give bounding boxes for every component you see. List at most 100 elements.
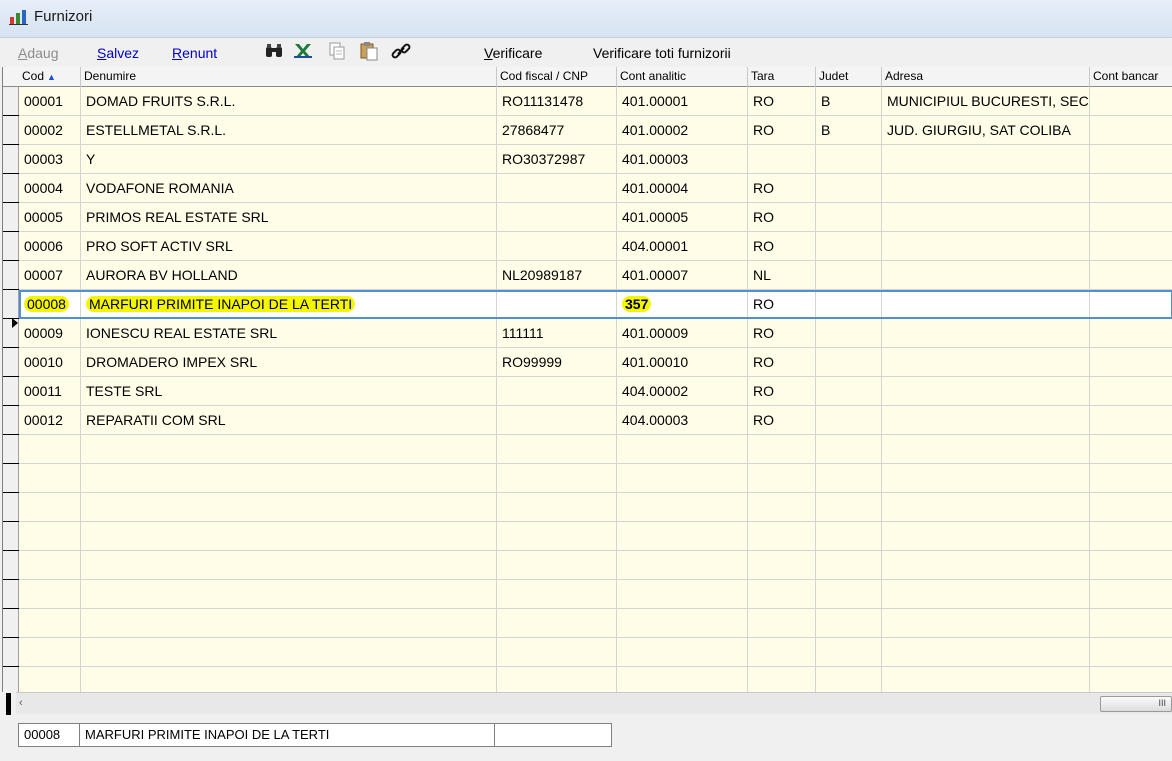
cell-denumire[interactable] [81,580,497,609]
table-row[interactable]: 00012 REPARATII COM SRL 404.00003 RO [19,406,1172,435]
cell-judet[interactable]: B [816,87,882,116]
cell-denumire[interactable]: DOMAD FRUITS S.R.L. [81,87,497,116]
cell-cont-analitic[interactable] [617,435,748,464]
cell-tara[interactable]: RO [748,232,816,261]
cell-cod[interactable]: 00002 [19,116,81,145]
cell-judet[interactable] [816,435,882,464]
cell-cont-analitic[interactable]: 401.00004 [617,174,748,203]
cell-tara[interactable] [748,580,816,609]
cell-cod[interactable]: 00009 [19,319,81,348]
cell-adresa[interactable] [882,232,1090,261]
cell-tara[interactable] [748,464,816,493]
column-header-denumire[interactable]: Denumire [81,67,497,87]
cell-tara[interactable]: RO [748,87,816,116]
cell-cod[interactable]: 00004 [19,174,81,203]
table-row[interactable] [19,667,1172,692]
cell-denumire[interactable] [81,435,497,464]
cell-cod[interactable] [19,638,81,667]
cell-cont-bancar[interactable] [1090,464,1172,493]
cell-cont-analitic[interactable] [617,551,748,580]
cell-judet[interactable] [816,145,882,174]
cell-cod-fiscal[interactable] [497,551,617,580]
cell-cod-fiscal[interactable]: 111111 [497,319,617,348]
cell-tara[interactable] [748,493,816,522]
cell-cont-analitic[interactable] [617,522,748,551]
table-row[interactable]: 00010 DROMADERO IMPEX SRL RO99999 401.00010… [19,348,1172,377]
cell-cont-analitic[interactable]: 401.00003 [617,145,748,174]
copy-icon[interactable] [326,41,348,61]
cell-tara[interactable] [748,638,816,667]
table-row[interactable] [19,464,1172,493]
table-row[interactable]: 00002 ESTELLMETAL S.R.L. 27868477 401.00002… [19,116,1172,145]
cell-denumire[interactable]: ESTELLMETAL S.R.L. [81,116,497,145]
table-row[interactable] [19,551,1172,580]
table-row[interactable] [19,522,1172,551]
scroll-thumb[interactable]: III [1100,696,1172,712]
cell-cod-fiscal[interactable]: RO11131478 [497,87,617,116]
cell-adresa[interactable] [882,377,1090,406]
cell-adresa[interactable] [882,551,1090,580]
cell-denumire[interactable] [81,638,497,667]
cell-cod[interactable]: 00005 [19,203,81,232]
cell-denumire[interactable] [81,609,497,638]
cell-cont-analitic[interactable]: 401.00001 [617,87,748,116]
cell-cont-bancar[interactable] [1090,145,1172,174]
cell-adresa[interactable] [882,292,1090,317]
cell-tara[interactable] [748,145,816,174]
cell-adresa[interactable] [882,638,1090,667]
cell-cont-bancar[interactable] [1090,580,1172,609]
cell-cont-analitic[interactable] [617,464,748,493]
cell-cod[interactable] [19,435,81,464]
column-header-judet[interactable]: Judet [816,67,882,87]
cell-judet[interactable] [816,377,882,406]
cell-denumire[interactable]: DROMADERO IMPEX SRL [81,348,497,377]
horizontal-scrollbar[interactable]: ‹ III [16,692,1172,714]
cell-cod[interactable] [19,667,81,692]
cell-cont-bancar[interactable] [1090,292,1172,317]
add-button[interactable]: Adaug [18,45,59,61]
cell-tara[interactable]: RO [748,174,816,203]
cell-cont-bancar[interactable] [1090,609,1172,638]
cell-cont-analitic[interactable]: 401.00009 [617,319,748,348]
cell-tara[interactable]: NL [748,261,816,290]
column-header-cod-fiscal[interactable]: Cod fiscal / CNP [497,67,617,87]
verify-all-button[interactable]: Verificare toti furnizorii [593,45,731,61]
cancel-button[interactable]: Renunt [172,45,217,61]
cell-adresa[interactable] [882,261,1090,290]
cell-cont-bancar[interactable] [1090,638,1172,667]
cell-cont-bancar[interactable] [1090,174,1172,203]
cell-cod-fiscal[interactable] [497,232,617,261]
cell-denumire[interactable]: PRIMOS REAL ESTATE SRL [81,203,497,232]
cell-cont-bancar[interactable] [1090,435,1172,464]
column-header-cod[interactable]: Cod ▲ [19,67,81,87]
cell-cod[interactable]: 00008 [19,292,81,317]
cell-cod-fiscal[interactable]: 27868477 [497,116,617,145]
cell-tara[interactable]: RO [748,406,816,435]
cell-denumire[interactable]: Y [81,145,497,174]
cell-adresa[interactable] [882,464,1090,493]
table-row[interactable] [19,493,1172,522]
cell-denumire[interactable] [81,493,497,522]
cell-tara[interactable]: RO [748,116,816,145]
cell-judet[interactable] [816,667,882,692]
cell-cont-bancar[interactable] [1090,203,1172,232]
cell-tara[interactable] [748,667,816,692]
cell-cont-bancar[interactable] [1090,87,1172,116]
cell-denumire[interactable]: PRO SOFT ACTIV SRL [81,232,497,261]
table-row[interactable]: 00004 VODAFONE ROMANIA 401.00004 RO [19,174,1172,203]
cell-judet[interactable] [816,261,882,290]
cell-adresa[interactable] [882,406,1090,435]
cell-cod[interactable]: 00001 [19,87,81,116]
cell-denumire[interactable]: VODAFONE ROMANIA [81,174,497,203]
cell-judet[interactable] [816,406,882,435]
cell-judet[interactable] [816,203,882,232]
cell-adresa[interactable] [882,435,1090,464]
cell-tara[interactable]: RO [748,377,816,406]
cell-tara[interactable]: RO [748,292,816,317]
cell-cod-fiscal[interactable] [497,667,617,692]
cell-cod-fiscal[interactable] [497,580,617,609]
cell-cont-analitic[interactable]: 357 [617,292,748,317]
cell-judet[interactable]: B [816,116,882,145]
cell-cont-bancar[interactable] [1090,232,1172,261]
cell-cod[interactable] [19,493,81,522]
